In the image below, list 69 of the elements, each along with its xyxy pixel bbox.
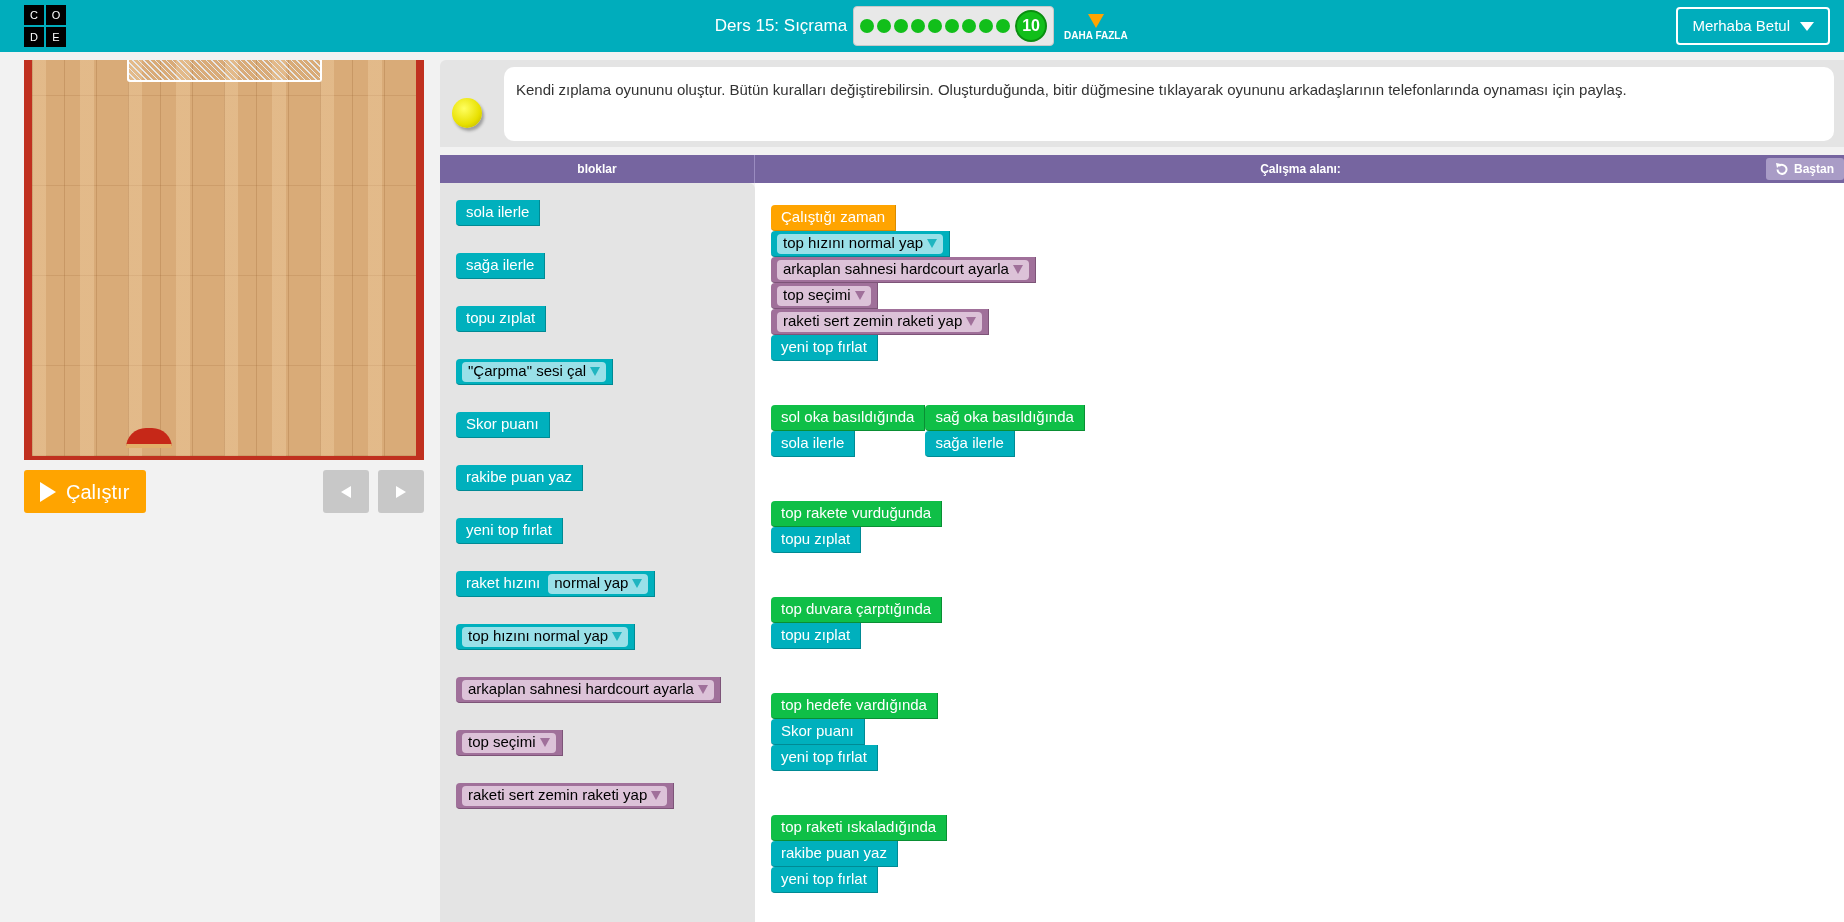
code-block[interactable]: yeni top fırlat	[771, 745, 878, 771]
code-block[interactable]: arkaplan sahnesi hardcourt ayarla	[771, 257, 1036, 283]
code-block[interactable]: raket hızını normal yap	[456, 571, 656, 597]
dropdown-field[interactable]: "Çarpma" sesi çal	[462, 361, 607, 382]
dropdown-field[interactable]: top hızını normal yap	[462, 626, 629, 647]
workspace-header: Çalışma alanı:	[1259, 161, 1342, 178]
code-block[interactable]: yeni top fırlat	[771, 335, 878, 361]
code-block[interactable]: Skor puanı	[771, 719, 865, 745]
code-block[interactable]: arkaplan sahnesi hardcourt ayarla	[456, 677, 721, 703]
code-block[interactable]: sağa ilerle	[925, 431, 1015, 457]
more-link[interactable]: DAHA FAZLA	[1064, 27, 1128, 43]
code-block[interactable]: top raketi ıskaladığında	[771, 815, 948, 841]
code-block[interactable]: top seçimi	[456, 730, 563, 756]
code-block[interactable]: rakibe puan yaz	[771, 841, 898, 867]
caret-icon	[1012, 265, 1023, 274]
code-block[interactable]: topu zıplat	[771, 527, 862, 553]
code-block[interactable]: top rakete vurduğunda	[771, 501, 943, 527]
play-icon	[40, 481, 56, 502]
code-block[interactable]: top seçimi	[771, 283, 878, 309]
code-block[interactable]: topu zıplat	[771, 623, 862, 649]
caret-icon	[651, 791, 662, 800]
reset-button[interactable]: Baştan	[1766, 158, 1844, 180]
step-back-button[interactable]	[323, 470, 369, 513]
reset-icon	[1776, 163, 1788, 175]
caret-icon	[632, 579, 643, 588]
user-menu-button[interactable]: Merhaba Betul	[1676, 7, 1830, 45]
caret-icon	[590, 367, 601, 376]
caret-icon	[966, 317, 977, 326]
code-block[interactable]: top hızını normal yap	[771, 231, 951, 257]
dropdown-field[interactable]: normal yap	[548, 573, 649, 594]
code-block[interactable]: sol oka basıldığında	[771, 405, 926, 431]
code-block[interactable]: yeni top fırlat	[456, 518, 563, 544]
code-block[interactable]: top hedefe vardığında	[771, 693, 938, 719]
caret-icon	[1800, 21, 1814, 31]
code-block[interactable]: raketi sert zemin raketi yap	[771, 309, 990, 335]
code-block[interactable]: topu zıplat	[456, 306, 547, 332]
dropdown-field[interactable]: top hızını normal yap	[777, 233, 944, 254]
triangle-icon	[1087, 13, 1104, 28]
dropdown-field[interactable]: top seçimi	[777, 285, 871, 306]
code-block[interactable]: sağ oka basıldığında	[925, 405, 1085, 431]
code-block[interactable]: Çalıştığı zaman	[771, 205, 897, 231]
right-triangle-icon	[396, 485, 406, 498]
code-block[interactable]: sola ilerle	[771, 431, 856, 457]
dropdown-field[interactable]: arkaplan sahnesi hardcourt ayarla	[777, 259, 1029, 280]
code-block[interactable]: top hızını normal yap	[456, 624, 636, 650]
dropdown-field[interactable]: raketi sert zemin raketi yap	[777, 311, 983, 332]
caret-icon	[854, 291, 865, 300]
current-level[interactable]: 10	[1015, 10, 1048, 42]
caret-icon	[612, 632, 623, 641]
code-block[interactable]: top duvara çarptığında	[771, 597, 943, 623]
code-block[interactable]: sağa ilerle	[456, 253, 546, 279]
code-block[interactable]: sola ilerle	[456, 200, 541, 226]
instructions-text: Kendi zıplama oyununu oluştur. Bütün kuralları değiştirebilirsin. Oluşturduğunda, bitir düğmesine tıklayarak oyununu arkadaşlarının telefonlarında oynaması için paylaş.	[504, 66, 1834, 141]
dropdown-field[interactable]: top seçimi	[462, 732, 556, 753]
dropdown-field[interactable]: arkaplan sahnesi hardcourt ayarla	[462, 679, 714, 700]
step-forward-button[interactable]	[378, 470, 424, 513]
left-triangle-icon	[341, 485, 351, 498]
logo[interactable]: C O D E	[24, 5, 66, 47]
caret-icon	[927, 239, 938, 248]
code-block[interactable]: raketi sert zemin raketi yap	[456, 783, 675, 809]
code-block[interactable]: yeni top fırlat	[771, 867, 878, 893]
dropdown-field[interactable]: raketi sert zemin raketi yap	[462, 785, 668, 806]
caret-icon	[539, 738, 550, 747]
code-block[interactable]: "Çarpma" sesi çal	[456, 359, 614, 385]
run-button[interactable]: Çalıştır	[24, 470, 146, 513]
caret-icon	[697, 685, 708, 694]
lesson-title: Ders 15: Sıçrama	[714, 15, 848, 38]
code-block[interactable]: Skor puanı	[456, 412, 550, 438]
code-block[interactable]: rakibe puan yaz	[456, 465, 583, 491]
